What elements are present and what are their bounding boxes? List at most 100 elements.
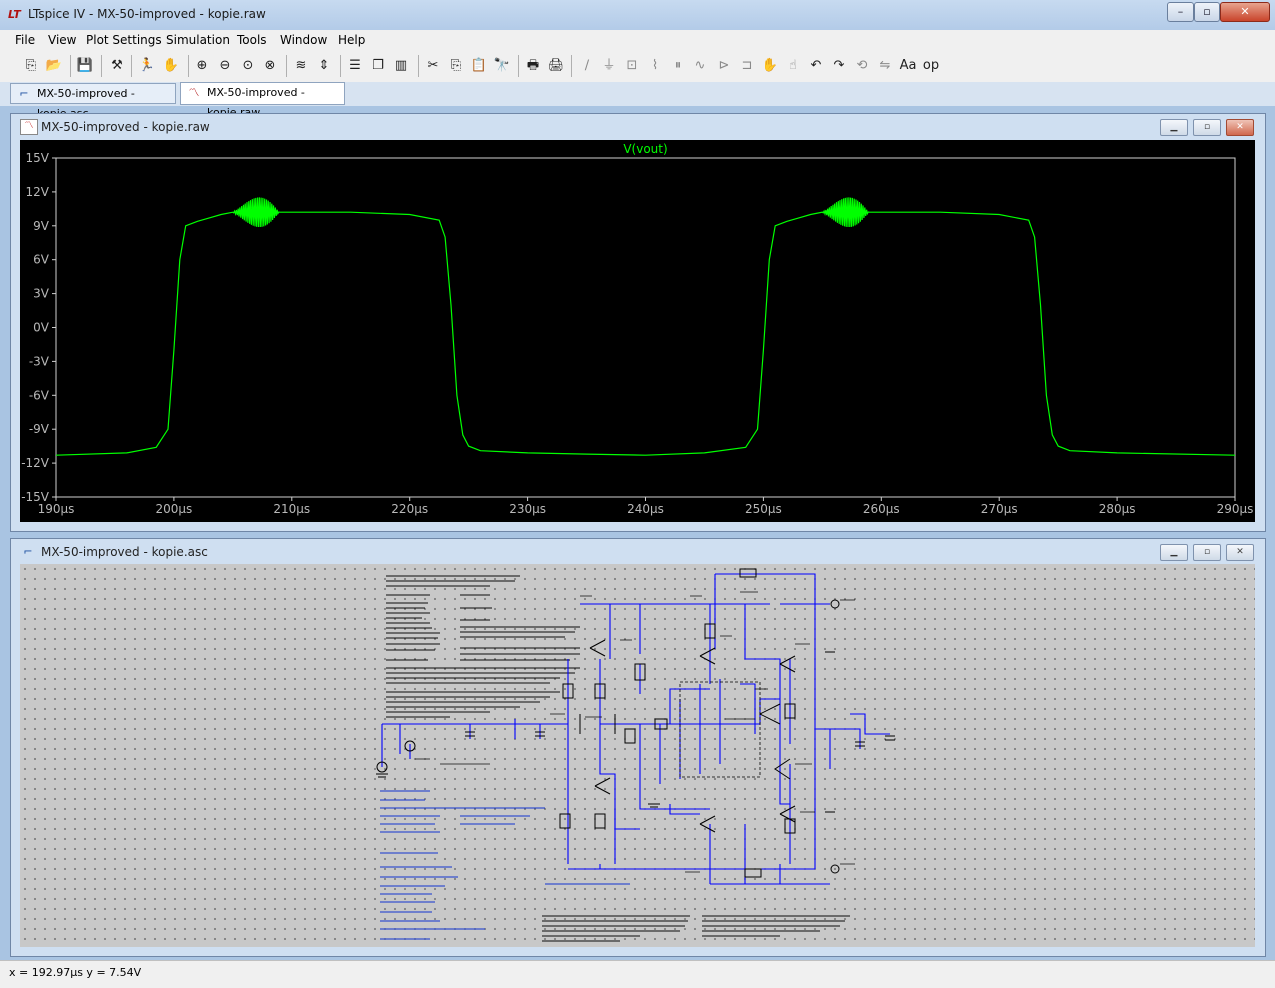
redo-icon[interactable]: ↷	[828, 55, 850, 77]
schematic-notes-text	[380, 790, 630, 940]
open-icon[interactable]: 📂	[43, 55, 65, 77]
y-tick-label: 12V	[26, 185, 50, 199]
schematic-drawing	[376, 568, 895, 942]
y-tick-label: -9V	[29, 422, 50, 436]
y-tick-label: -6V	[29, 388, 50, 402]
print-preview-icon[interactable]: 🖶	[522, 55, 544, 77]
toolbar-separator	[571, 55, 572, 77]
menu-file[interactable]: File	[15, 33, 35, 47]
toolbar-separator	[418, 55, 419, 77]
minimize-button[interactable]: –	[1167, 2, 1194, 22]
tile-horizontal-icon[interactable]: ☰	[344, 55, 366, 77]
move-icon[interactable]: ✋	[759, 55, 781, 77]
x-tick-label: 240µs	[627, 502, 664, 516]
waveform-icon: 〽	[188, 86, 200, 99]
x-tick-label: 250µs	[745, 502, 782, 516]
ground-icon[interactable]: ⏚	[598, 55, 620, 77]
y-tick-label: -12V	[21, 456, 50, 470]
inductor-icon[interactable]: ∿	[689, 55, 711, 77]
toolbar-separator	[340, 55, 341, 77]
copy-icon[interactable]: ⎘	[445, 55, 467, 77]
zoom-in-icon[interactable]: ⊕	[191, 55, 213, 77]
toolbar-separator	[101, 55, 102, 77]
autorange-icon[interactable]: ⇕	[313, 55, 335, 77]
menu-tools[interactable]: Tools	[237, 33, 267, 47]
trace-vout-line	[55, 197, 1236, 456]
menu-simulation[interactable]: Simulation	[166, 33, 230, 47]
trace-label: V(vout)	[623, 142, 667, 156]
find-icon[interactable]: 🔭	[491, 55, 513, 77]
run-icon[interactable]: 🏃	[136, 55, 158, 77]
diode-icon[interactable]: ⊳	[713, 55, 735, 77]
close-button[interactable]: ✕	[1220, 2, 1270, 22]
waveform-window-title: MX-50-improved - kopie.raw	[41, 120, 210, 134]
toolbar-separator	[286, 55, 287, 77]
y-tick-label: 0V	[33, 321, 50, 335]
capacitor-icon[interactable]: ⏸	[667, 55, 689, 77]
mirror-icon[interactable]: ⇋	[874, 55, 896, 77]
schematic-minimize-button[interactable]: ▁	[1160, 544, 1188, 561]
maximize-button[interactable]: ▫	[1194, 2, 1220, 22]
add-trace-icon[interactable]: ≋	[290, 55, 312, 77]
waveform-icon: 〽	[20, 119, 38, 135]
rotate-icon[interactable]: ⟲	[851, 55, 873, 77]
zoom-out-icon[interactable]: ⊖	[214, 55, 236, 77]
tab-waveform[interactable]: 〽 MX-50-improved - kopie.raw	[180, 82, 345, 119]
title-bar: LT LTspice IV - MX-50-improved - kopie.r…	[0, 0, 1275, 30]
print-icon[interactable]: 🖨	[545, 55, 567, 77]
text-icon[interactable]: Aa	[897, 55, 919, 77]
toolbar-separator	[518, 55, 519, 77]
new-schematic-icon[interactable]: ⎘	[20, 55, 42, 77]
label-net-icon[interactable]: ⊡	[621, 55, 643, 77]
resistor-icon[interactable]: ⌇	[644, 55, 666, 77]
schematic-close-button[interactable]: ✕	[1226, 544, 1254, 561]
cursor-readout: x = 192.97µs y = 7.54V	[9, 966, 142, 979]
menu-window[interactable]: Window	[280, 33, 327, 47]
zoom-cancel-icon[interactable]: ⊗	[259, 55, 281, 77]
toolbar-separator	[131, 55, 132, 77]
tile-vertical-icon[interactable]: ▥	[390, 55, 412, 77]
cascade-icon[interactable]: ❐	[367, 55, 389, 77]
paste-icon[interactable]: 📋	[468, 55, 490, 77]
component-icon[interactable]: ⊐	[736, 55, 758, 77]
undo-icon[interactable]: ↶	[805, 55, 827, 77]
y-tick-label: 9V	[33, 219, 50, 233]
waveform-minimize-button[interactable]: ▁	[1160, 119, 1188, 136]
drag-icon[interactable]: ☝	[782, 55, 804, 77]
cut-icon[interactable]: ✂	[422, 55, 444, 77]
waveform-plot[interactable]: 15V 12V 9V 6V 3V 0V -3V -6V -9V -12V -15V 190µs 200µ…	[20, 140, 1255, 522]
toolbar-separator	[70, 55, 71, 77]
control-panel-icon[interactable]: ⚒	[106, 55, 128, 77]
wire-icon[interactable]: ∕	[576, 55, 598, 77]
y-tick-label: 6V	[33, 253, 50, 267]
ltspice-logo-icon: LT	[8, 8, 21, 21]
zoom-fit-icon[interactable]: ⊙	[237, 55, 259, 77]
tab-schematic[interactable]: ⌐ MX-50-improved - kopie.asc	[10, 83, 176, 120]
schematic-components	[376, 568, 895, 878]
menu-help[interactable]: Help	[338, 33, 365, 47]
y-tick-label: 15V	[26, 151, 50, 165]
schematic-wires	[381, 573, 890, 885]
x-tick-label: 280µs	[1099, 502, 1136, 516]
spice-directive-icon[interactable]: op	[920, 55, 942, 77]
schematic-canvas[interactable]	[20, 564, 1255, 947]
schematic-icon: ⌐	[23, 545, 33, 558]
schematic-maximize-button[interactable]: ▫	[1193, 544, 1221, 561]
menu-bar: File View Plot Settings Simulation Tools…	[0, 30, 1275, 50]
waveform-chart: 15V12V9V6V3V0V-3V-6V-9V-12V-15V190µs 200µ…	[21, 142, 1253, 516]
x-tick-label: 220µs	[391, 502, 428, 516]
waveform-close-button[interactable]: ✕	[1226, 119, 1254, 136]
toolbar-separator	[188, 55, 189, 77]
schematic-window-title: MX-50-improved - kopie.asc	[41, 545, 208, 559]
status-bar: x = 192.97µs y = 7.54V	[0, 960, 1275, 988]
halt-icon[interactable]: ✋	[160, 55, 182, 77]
save-icon[interactable]: 💾	[74, 55, 96, 77]
x-tick-label: 270µs	[981, 502, 1018, 516]
y-tick-label: -3V	[29, 354, 50, 368]
x-tick-label: 190µs	[38, 502, 75, 516]
y-tick-label: 3V	[33, 287, 50, 301]
menu-plot-settings[interactable]: Plot Settings	[86, 33, 162, 47]
x-tick-label: 230µs	[509, 502, 546, 516]
waveform-maximize-button[interactable]: ▫	[1193, 119, 1221, 136]
menu-view[interactable]: View	[48, 33, 76, 47]
